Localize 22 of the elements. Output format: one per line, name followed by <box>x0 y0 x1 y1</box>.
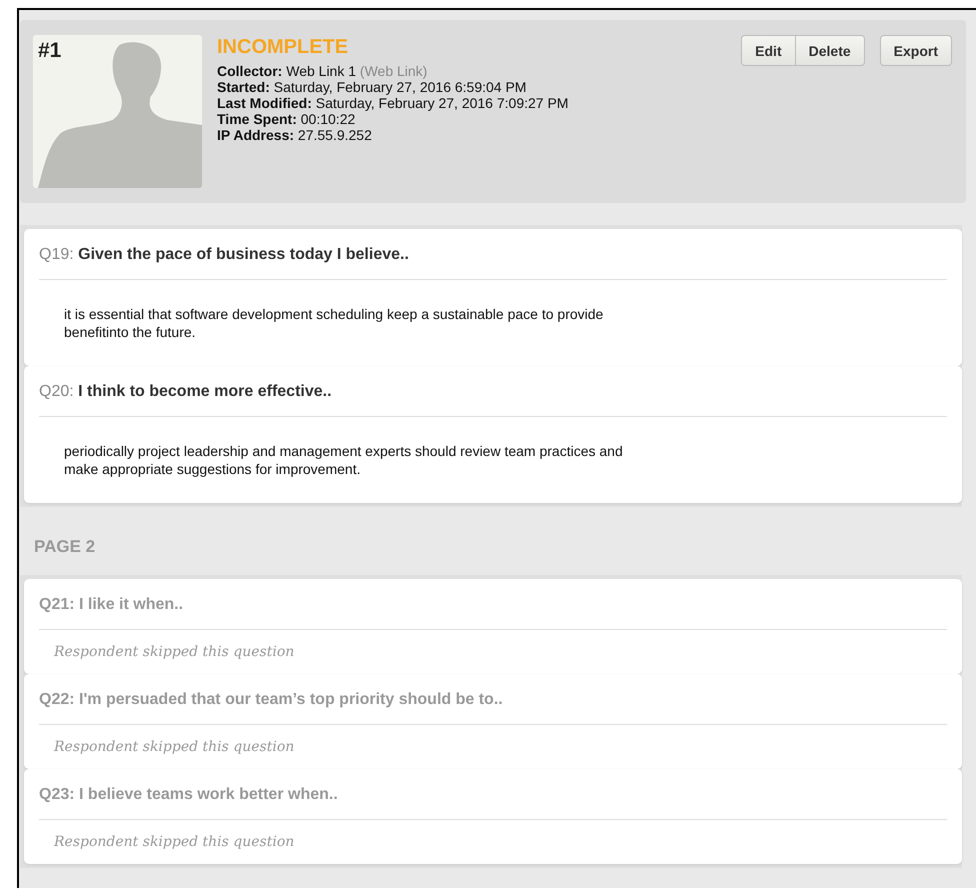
detail-line: Collector: Web Link 1 (Web Link) <box>217 63 428 79</box>
answer-text: it is essential that software development scheduling keep a sustainable pace to provide benefitinto the future. <box>63 305 604 342</box>
response-number: #1 <box>38 39 62 63</box>
question-title: Q20: I think to become more effective.. <box>39 366 947 417</box>
detail-line: Started: Saturday, February 27, 2016 6:59:04 PM <box>217 79 528 95</box>
detail-line: Time Spent: 00:10:22 <box>217 111 356 127</box>
question-title: Q23: I believe teams work better when.. <box>39 769 947 820</box>
skipped-note: Respondent skipped this question <box>52 833 296 852</box>
question-title: Q22: I'm persuaded that our team’s top priority should be to.. <box>39 674 947 725</box>
question-title: Q21: I like it when.. <box>39 579 947 630</box>
skipped-note: Respondent skipped this question <box>52 643 296 662</box>
action-button[interactable]: Export <box>880 35 952 66</box>
skipped-note: Respondent skipped this question <box>52 738 296 757</box>
detail-line: Last Modified: Saturday, February 27, 2016 7:09:27 PM <box>217 95 570 111</box>
question-title: Q19: Given the pace of business today I believe.. <box>39 229 947 280</box>
detail-line: IP Address: 27.55.9.252 <box>217 127 373 143</box>
person-silhouette-icon <box>38 40 202 188</box>
action-button[interactable]: Delete <box>796 35 865 66</box>
response-status: INCOMPLETE <box>217 35 350 59</box>
page-title: PAGE 2 <box>34 537 96 558</box>
action-button[interactable]: Edit <box>741 35 796 66</box>
answer-text: periodically project leadership and management experts should review team practices and make appropriate suggestions for improvement. <box>63 442 624 479</box>
